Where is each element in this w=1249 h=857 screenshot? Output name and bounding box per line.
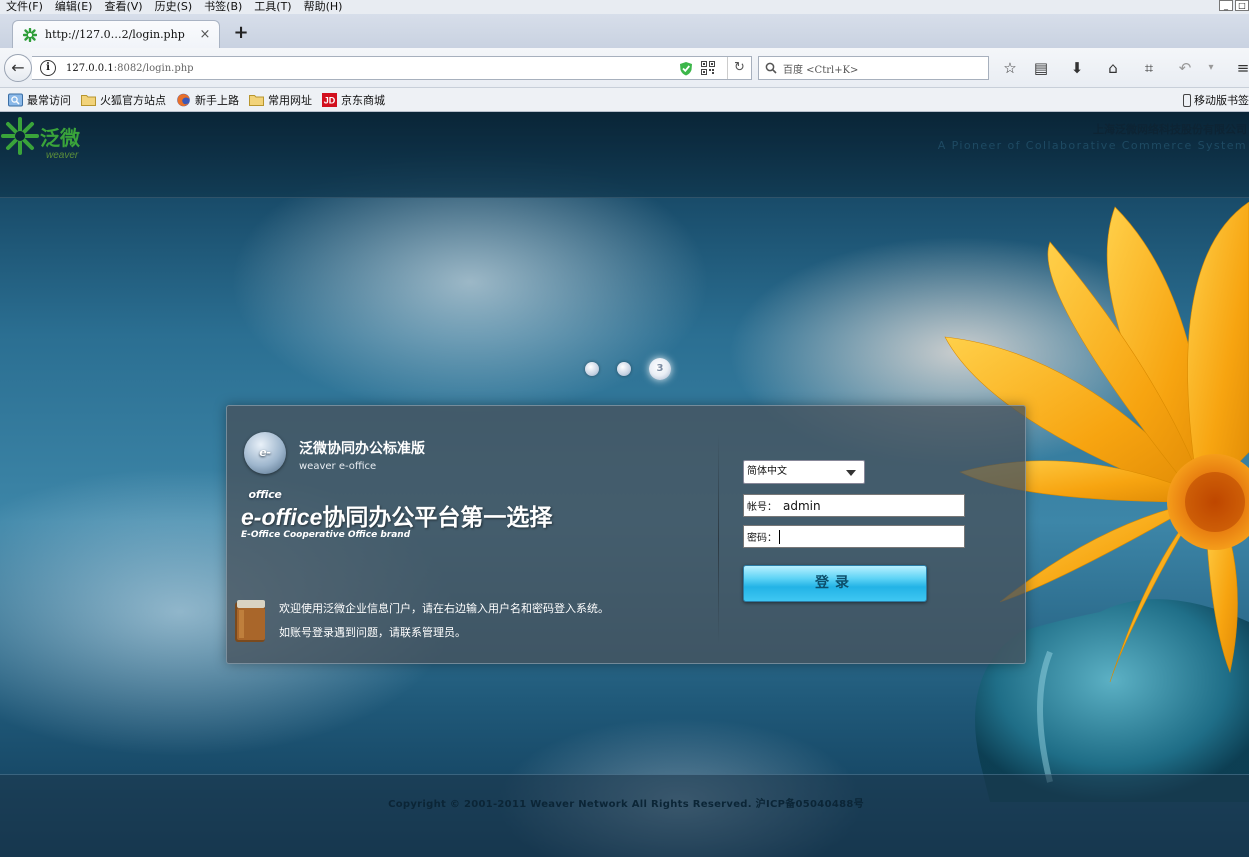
- menu-bar: 文件(F) 编辑(E) 查看(V) 历史(S) 书签(B) 工具(T) 帮助(H…: [0, 0, 1249, 14]
- mobile-bookmarks[interactable]: 移动版书签: [1183, 92, 1249, 108]
- login-panel: e-office 泛微协同办公标准版 weaver e-office e-off…: [226, 405, 1026, 664]
- menu-tools[interactable]: 工具(T): [248, 0, 297, 14]
- navigation-bar: ← i 127.0.0.1:8082/login.php ↻ 百度 <Ctrl+…: [0, 48, 1249, 88]
- bookmarks-toolbar: 最常访问 火狐官方站点 新手上路 常用网址 JD 京东商城 移动版书签: [0, 88, 1249, 112]
- search-icon: [765, 62, 777, 74]
- copyright-text: Copyright © 2001-2011 Weaver Network All…: [388, 799, 864, 810]
- username-label: 帐号：: [747, 502, 777, 513]
- password-label: 密码：: [747, 533, 777, 544]
- menu-help[interactable]: 帮助(H): [298, 0, 349, 14]
- welcome-message: 欢迎使用泛微企业信息门户，请在右边输入用户名和密码登入系统。: [279, 602, 609, 615]
- panel-divider: [718, 434, 719, 644]
- carousel-dot-3[interactable]: 3: [649, 358, 671, 380]
- site-info-icon[interactable]: i: [40, 60, 56, 76]
- reading-list-icon[interactable]: ▤: [1030, 57, 1052, 79]
- text-cursor: [779, 529, 780, 544]
- book-icon: [235, 600, 265, 642]
- bookmark-getting-started[interactable]: 新手上路: [176, 92, 239, 108]
- screenshot-crop-icon[interactable]: ⌗: [1138, 57, 1160, 79]
- weaver-logo: 泛微 weaver: [1, 117, 80, 161]
- folder-icon: [249, 94, 264, 106]
- firefox-icon: [177, 93, 190, 106]
- url-text[interactable]: 127.0.0.1:8082/login.php: [66, 63, 679, 74]
- reload-icon[interactable]: ↻: [727, 57, 751, 79]
- password-field[interactable]: 密码：: [743, 525, 965, 548]
- carousel-dot-1[interactable]: [585, 362, 599, 376]
- tagline-subtitle: E-Office Cooperative Office brand: [241, 530, 411, 540]
- new-tab-button[interactable]: +: [232, 24, 250, 42]
- hamburger-menu-icon[interactable]: ≡: [1232, 57, 1249, 79]
- svg-text:weaver: weaver: [46, 150, 79, 161]
- bookmark-firefox-site[interactable]: 火狐官方站点: [81, 92, 166, 108]
- menu-bookmarks[interactable]: 书签(B): [198, 0, 248, 14]
- product-title: 泛微协同办公标准版: [299, 441, 425, 457]
- login-button[interactable]: 登录: [743, 565, 927, 602]
- help-message: 如账号登录遇到问题，请联系管理员。: [279, 626, 466, 639]
- home-icon[interactable]: ⌂: [1102, 57, 1124, 79]
- tab-login[interactable]: http://127.0…2/login.php ×: [12, 20, 220, 48]
- search-placeholder: 百度 <Ctrl+K>: [783, 64, 859, 76]
- undo-icon[interactable]: ↶: [1174, 57, 1196, 79]
- bookmark-common-sites[interactable]: 常用网址: [249, 92, 312, 108]
- bookmark-star-icon[interactable]: ☆: [999, 57, 1021, 79]
- maximize-window-icon[interactable]: □: [1235, 0, 1249, 11]
- tab-title: http://127.0…2/login.php: [45, 28, 185, 41]
- menu-file[interactable]: 文件(F): [0, 0, 49, 14]
- username-input[interactable]: admin: [783, 499, 821, 513]
- download-icon[interactable]: ⬇: [1066, 57, 1088, 79]
- jd-logo-icon: JD: [322, 92, 337, 107]
- svg-text:泛微: 泛微: [40, 126, 80, 150]
- minimize-window-icon[interactable]: _: [1219, 0, 1233, 11]
- menu-view[interactable]: 查看(V): [98, 0, 148, 14]
- page-header: 泛微 weaver 上海泛微网络科技股份有限公司 A Pioneer of Co…: [0, 112, 1249, 198]
- e-office-logo: e-office: [244, 432, 286, 501]
- search-bar[interactable]: 百度 <Ctrl+K>: [758, 56, 989, 80]
- most-visited-icon: [8, 93, 23, 106]
- page-footer: Copyright © 2001-2011 Weaver Network All…: [0, 774, 1249, 857]
- menu-history[interactable]: 历史(S): [149, 0, 199, 14]
- close-tab-icon[interactable]: ×: [197, 27, 213, 42]
- company-slogan: A Pioneer of Collaborative Commerce Syst…: [937, 139, 1247, 152]
- bookmark-most-visited[interactable]: 最常访问: [8, 92, 71, 108]
- qr-code-icon[interactable]: [701, 61, 715, 75]
- company-name: 上海泛微网络科技股份有限公司: [1093, 123, 1247, 136]
- menu-edit[interactable]: 编辑(E): [49, 0, 99, 14]
- mobile-phone-icon: [1183, 93, 1191, 107]
- window-controls: _ □: [1217, 0, 1249, 11]
- language-select[interactable]: 简体中文: [743, 460, 865, 484]
- shield-icon[interactable]: [679, 61, 693, 76]
- folder-icon: [81, 94, 96, 106]
- back-button[interactable]: ←: [4, 54, 32, 82]
- username-field[interactable]: 帐号： admin: [743, 494, 965, 517]
- address-bar[interactable]: i 127.0.0.1:8082/login.php ↻: [32, 56, 752, 80]
- login-page: 泛微 weaver 上海泛微网络科技股份有限公司 A Pioneer of Co…: [0, 112, 1249, 857]
- carousel-dot-2[interactable]: [617, 362, 631, 376]
- tab-bar: http://127.0…2/login.php × +: [0, 14, 1249, 48]
- chevron-down-icon[interactable]: ▾: [1200, 57, 1222, 79]
- carousel-dots: 3: [585, 358, 689, 380]
- product-subtitle: weaver e-office: [299, 461, 377, 472]
- tagline: e-office协同办公平台第一选择: [241, 504, 553, 531]
- weaver-favicon-icon: [23, 27, 37, 42]
- svg-text:JD: JD: [324, 95, 336, 105]
- chevron-down-icon: [846, 470, 856, 476]
- bookmark-jd-mall[interactable]: JD 京东商城: [322, 92, 385, 108]
